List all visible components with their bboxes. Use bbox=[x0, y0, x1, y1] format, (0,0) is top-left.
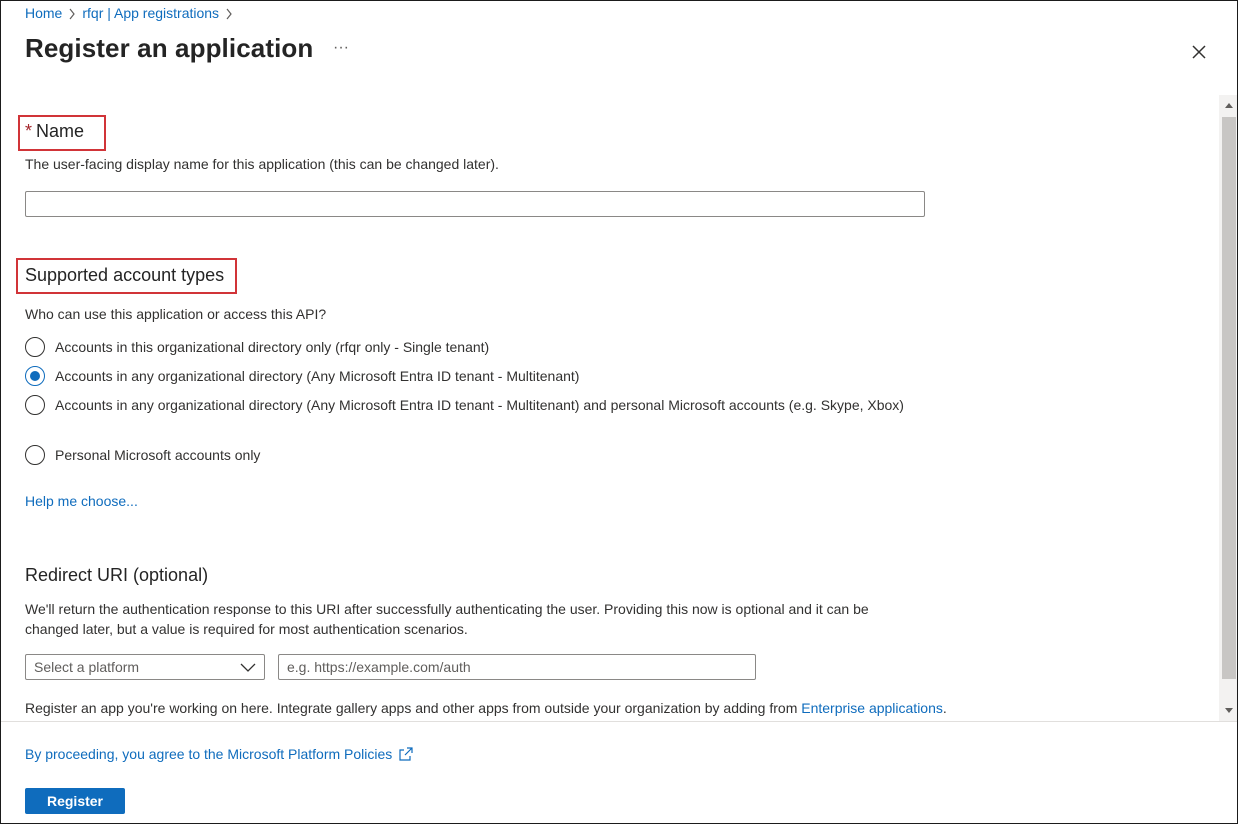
chevron-right-icon bbox=[62, 5, 82, 21]
platform-policies-link[interactable]: By proceeding, you agree to the Microsof… bbox=[25, 746, 414, 762]
name-heading-label: Name bbox=[36, 121, 85, 141]
radio-button[interactable] bbox=[25, 337, 45, 357]
account-types-question: Who can use this application or access t… bbox=[25, 306, 327, 322]
platform-select-placeholder: Select a platform bbox=[34, 659, 140, 675]
scroll-thumb[interactable] bbox=[1222, 117, 1236, 679]
chevron-down-icon bbox=[240, 663, 256, 672]
triangle-up-icon bbox=[1225, 103, 1233, 108]
vertical-scrollbar[interactable] bbox=[1219, 95, 1237, 721]
app-window: Home rfqr | App registrations Register a… bbox=[0, 0, 1238, 824]
name-description: The user-facing display name for this ap… bbox=[25, 156, 499, 172]
page-title: Register an application bbox=[25, 33, 314, 63]
account-type-option-personal-only[interactable]: Personal Microsoft accounts only bbox=[25, 445, 915, 465]
footer-divider bbox=[1, 721, 1237, 722]
name-input[interactable] bbox=[25, 191, 925, 217]
redirect-uri-heading: Redirect URI (optional) bbox=[25, 565, 209, 585]
platform-policies-text: By proceeding, you agree to the Microsof… bbox=[25, 746, 393, 762]
form-content: * Name The user-facing display name for t… bbox=[1, 95, 1219, 721]
triangle-down-icon bbox=[1225, 708, 1233, 713]
scroll-down-button[interactable] bbox=[1219, 701, 1237, 721]
name-heading: * Name bbox=[25, 121, 84, 142]
close-icon bbox=[1192, 45, 1206, 59]
chevron-right-icon bbox=[219, 5, 239, 21]
radio-label: Accounts in this organizational director… bbox=[55, 339, 490, 355]
radio-label: Accounts in any organizational directory… bbox=[55, 397, 904, 413]
bottom-note: Register an app you're working on here. … bbox=[25, 700, 947, 716]
scroll-up-button[interactable] bbox=[1219, 95, 1237, 115]
radio-button[interactable] bbox=[25, 395, 45, 415]
breadcrumb: Home rfqr | App registrations bbox=[25, 5, 239, 21]
close-button[interactable] bbox=[1187, 41, 1211, 65]
breadcrumb-app-registrations-link[interactable]: rfqr | App registrations bbox=[82, 5, 219, 21]
bottom-note-text: Register an app you're working on here. … bbox=[25, 700, 802, 716]
required-marker: * bbox=[25, 121, 33, 141]
radio-label: Personal Microsoft accounts only bbox=[55, 447, 261, 463]
help-me-choose-link[interactable]: Help me choose... bbox=[25, 493, 138, 509]
account-type-option-multitenant-personal[interactable]: Accounts in any organizational directory… bbox=[25, 395, 915, 415]
enterprise-applications-link[interactable]: Enterprise applications bbox=[801, 700, 943, 716]
redirect-uri-description: We'll return the authentication response… bbox=[25, 601, 869, 637]
redirect-uri-input[interactable] bbox=[278, 654, 756, 680]
register-button[interactable]: Register bbox=[25, 788, 125, 814]
account-types-heading: Supported account types bbox=[25, 265, 225, 285]
external-link-icon bbox=[399, 747, 413, 761]
more-options-button[interactable]: ··· bbox=[329, 40, 353, 61]
radio-button[interactable] bbox=[25, 445, 45, 465]
account-type-option-multitenant[interactable]: Accounts in any organizational directory… bbox=[25, 366, 915, 386]
platform-select[interactable]: Select a platform bbox=[25, 654, 265, 680]
radio-button-selected[interactable] bbox=[25, 366, 45, 386]
radio-label: Accounts in any organizational directory… bbox=[55, 368, 580, 384]
breadcrumb-home-link[interactable]: Home bbox=[25, 5, 62, 21]
bottom-note-suffix: . bbox=[942, 700, 947, 716]
account-type-option-single-tenant[interactable]: Accounts in this organizational director… bbox=[25, 337, 915, 357]
